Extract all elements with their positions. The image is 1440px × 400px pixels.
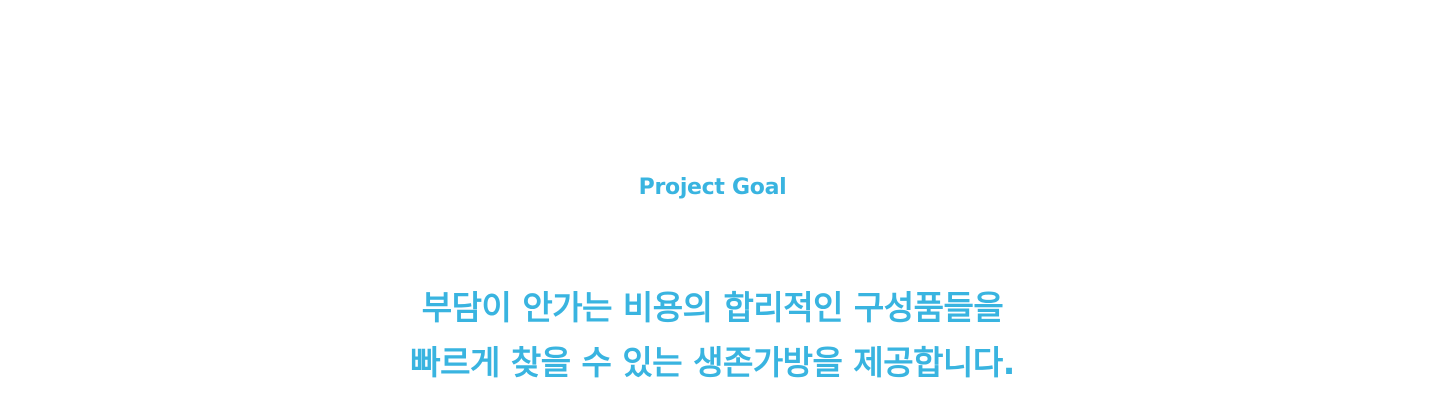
goal-statement-line-1: 부담이 안가는 비용의 합리적인 구성품들을 <box>421 288 1004 327</box>
goal-statement: 부담이 안가는 비용의 합리적인 구성품들을 빠르게 찾을 수 있는 생존가방을… <box>0 280 1425 390</box>
goal-statement-line-2: 빠르게 찾을 수 있는 생존가방을 제공합니다. <box>410 343 1015 382</box>
project-goal-section: Project Goal 부담이 안가는 비용의 합리적인 구성품들을 빠르게 … <box>0 0 1440 400</box>
section-label: Project Goal <box>638 175 787 200</box>
